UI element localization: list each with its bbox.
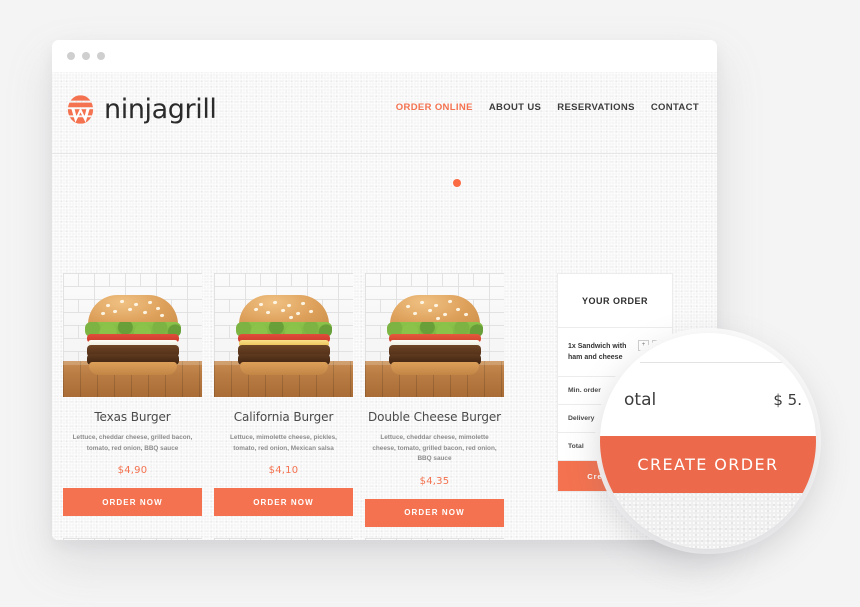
magnified-total-value: $ 5. — [773, 391, 802, 409]
product-grid: Texas Burger Lettuce, cheddar cheese, gr… — [63, 273, 504, 527]
nav-item-about-us[interactable]: ABOUT US — [489, 102, 541, 113]
product-card: Double Cheese Burger Lettuce, cheddar ch… — [365, 273, 504, 527]
product-price: $4,90 — [117, 465, 148, 477]
order-now-button[interactable]: ORDER NOW — [214, 488, 353, 517]
product-image — [214, 273, 353, 397]
product-image — [63, 273, 202, 397]
brand-name: ninjagrill — [104, 94, 217, 125]
order-now-button[interactable]: ORDER NOW — [365, 498, 504, 527]
product-card — [63, 538, 202, 540]
product-price: $4,10 — [268, 465, 299, 477]
product-grid-row-2 — [63, 538, 504, 540]
burger-illustration — [235, 295, 333, 375]
burger-illustration — [84, 295, 182, 375]
page-root: ninjagrill ORDER ONLINE ABOUT US RESERVA… — [0, 0, 860, 607]
product-image — [365, 273, 504, 397]
magnified-create-order-label: CREATE ORDER — [637, 455, 779, 474]
maximize-dot-icon[interactable] — [97, 52, 105, 60]
product-image — [63, 538, 202, 540]
magnified-page-background — [600, 493, 816, 549]
brand-logo[interactable]: ninjagrill — [65, 94, 217, 125]
order-panel-title-text: YOUR ORDER — [581, 295, 648, 306]
brick-wall-background — [63, 538, 202, 540]
summary-label: Total — [568, 443, 584, 450]
order-now-button[interactable]: ORDER NOW — [63, 488, 202, 517]
nav-item-reservations[interactable]: RESERVATIONS — [557, 102, 635, 113]
magnified-total-label: otal — [624, 390, 657, 410]
traffic-light-dots — [67, 52, 105, 60]
nav-item-order-online[interactable]: ORDER ONLINE — [396, 102, 473, 113]
product-description: Lettuce, mimolette cheese, pickles, toma… — [230, 434, 337, 452]
product-image — [365, 538, 504, 540]
brick-wall-background — [214, 538, 353, 540]
burger-logo-icon — [65, 94, 96, 125]
product-description: Lettuce, cheddar cheese, grilled bacon, … — [72, 434, 193, 452]
product-name: Double Cheese Burger — [367, 410, 502, 424]
minimize-dot-icon[interactable] — [82, 52, 90, 60]
product-name: Texas Burger — [94, 410, 171, 424]
product-price: $4,35 — [419, 475, 450, 487]
product-name: California Burger — [233, 410, 334, 424]
magnifier-content: otal $ 5. CREATE ORDER — [600, 333, 816, 549]
main-navigation: ORDER ONLINE ABOUT US RESERVATIONS CONTA… — [396, 102, 699, 113]
magnified-create-order-button[interactable]: CREATE ORDER — [600, 436, 816, 493]
magnified-divider — [640, 362, 792, 363]
product-card — [214, 538, 353, 540]
product-card — [365, 538, 504, 540]
burger-illustration — [386, 295, 484, 375]
product-card: Texas Burger Lettuce, cheddar cheese, gr… — [63, 273, 202, 527]
summary-label: Delivery — [568, 415, 595, 422]
nav-item-contact[interactable]: CONTACT — [651, 102, 699, 113]
product-image — [214, 538, 353, 540]
brick-wall-background — [365, 538, 504, 540]
order-panel-title: YOUR ORDER — [558, 274, 672, 328]
close-dot-icon[interactable] — [67, 52, 75, 60]
summary-label: Min. order — [568, 387, 601, 394]
magnifier-lens: otal $ 5. CREATE ORDER — [600, 333, 816, 549]
magnified-panel-surface — [600, 333, 816, 436]
product-card: California Burger Lettuce, mimolette che… — [214, 273, 353, 527]
browser-chrome-bar — [52, 40, 717, 72]
product-description: Lettuce, cheddar cheese, mimolette chees… — [372, 434, 497, 463]
site-header: ninjagrill ORDER ONLINE ABOUT US RESERVA… — [52, 72, 717, 154]
